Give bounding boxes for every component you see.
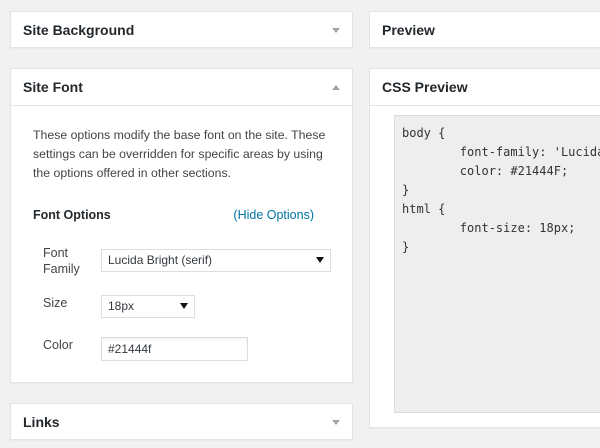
site-background-title: Site Background	[23, 22, 135, 38]
font-family-value: Lucida Bright (serif)	[108, 253, 213, 267]
links-title: Links	[23, 414, 60, 430]
font-family-select[interactable]: Lucida Bright (serif)	[101, 249, 331, 272]
font-family-label-line1: Font	[43, 246, 69, 260]
site-font-header[interactable]: Site Font	[11, 69, 352, 105]
links-panel: Links	[10, 403, 353, 440]
dropdown-arrow-icon	[180, 303, 188, 309]
size-label: Size	[43, 296, 68, 310]
header-divider	[370, 105, 600, 106]
header-divider	[11, 105, 352, 106]
size-select[interactable]: 18px	[101, 295, 195, 318]
dropdown-arrow-icon	[316, 257, 324, 263]
font-options-label: Font Options	[33, 208, 111, 222]
site-background-panel: Site Background	[10, 11, 353, 48]
font-options-header: Font Options (Hide Options)	[33, 208, 314, 222]
css-preview-title: CSS Preview	[382, 79, 468, 95]
color-label: Color	[43, 338, 73, 352]
css-code: body { font-family: 'Lucida Bright', ser…	[402, 126, 600, 254]
site-font-panel: Site Font These options modify the base …	[10, 68, 353, 383]
color-input[interactable]: #21444f	[101, 337, 248, 361]
links-header[interactable]: Links	[11, 404, 352, 440]
site-background-header[interactable]: Site Background	[11, 12, 352, 48]
preview-panel: Preview	[369, 11, 600, 48]
site-font-title: Site Font	[23, 79, 83, 95]
expand-arrow-icon[interactable]	[332, 419, 340, 425]
css-code-box[interactable]: body { font-family: 'Lucida Bright', ser…	[394, 115, 600, 413]
hide-options-link[interactable]: (Hide Options)	[233, 208, 314, 222]
font-family-label-line2: Family	[43, 262, 80, 276]
site-font-description: These options modify the base font on th…	[33, 128, 326, 180]
preview-header[interactable]: Preview	[370, 12, 600, 48]
collapse-arrow-icon[interactable]	[332, 84, 340, 90]
expand-arrow-icon[interactable]	[332, 27, 340, 33]
css-preview-header[interactable]: CSS Preview	[370, 69, 600, 105]
font-family-label: Font Family	[43, 245, 98, 277]
size-value: 18px	[108, 299, 135, 313]
css-preview-panel: CSS Preview body { font-family: 'Lucida …	[369, 68, 600, 428]
preview-title: Preview	[382, 22, 435, 38]
